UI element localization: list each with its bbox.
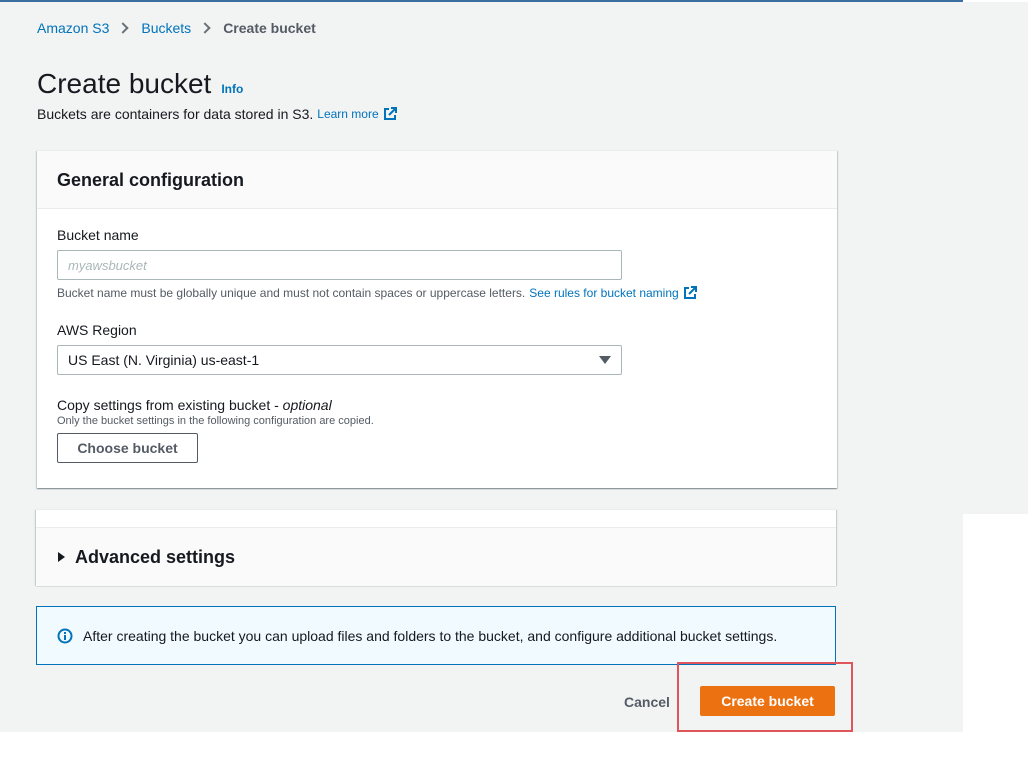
learn-more-label: Learn more: [317, 107, 379, 121]
info-alert: After creating the bucket you can upload…: [36, 606, 836, 665]
breadcrumb-amazon-s3[interactable]: Amazon S3: [37, 20, 109, 36]
page-background-strip: [963, 2, 1028, 514]
chevron-right-icon: [117, 22, 130, 34]
page-description-text: Buckets are containers for data stored i…: [37, 106, 314, 122]
bucket-name-input[interactable]: myawsbucket: [57, 250, 622, 280]
breadcrumb-buckets[interactable]: Buckets: [141, 20, 191, 36]
caret-down-icon: [599, 356, 611, 364]
bucket-name-hint-text: Bucket name must be globally unique and …: [57, 286, 526, 300]
bucket-naming-rules-label: See rules for bucket naming: [529, 286, 679, 300]
bucket-name-hint: Bucket name must be globally unique and …: [57, 286, 817, 300]
caret-right-icon: [58, 552, 65, 562]
info-circle-icon: [57, 628, 73, 643]
general-configuration-panel: General configuration Bucket name myawsb…: [37, 150, 837, 488]
aws-region-label: AWS Region: [57, 322, 137, 338]
external-link-icon: [383, 107, 397, 120]
copy-settings-label-text: Copy settings from existing bucket -: [57, 397, 283, 413]
bucket-name-label: Bucket name: [57, 227, 139, 243]
page-title-text: Create bucket: [37, 68, 212, 99]
external-link-icon: [683, 286, 697, 299]
bucket-naming-rules-link[interactable]: See rules for bucket naming: [529, 286, 697, 300]
optional-tag: optional: [282, 397, 332, 413]
create-bucket-button[interactable]: Create bucket: [700, 686, 835, 716]
info-alert-text: After creating the bucket you can upload…: [83, 627, 778, 644]
choose-bucket-button[interactable]: Choose bucket: [57, 433, 198, 463]
breadcrumb-current: Create bucket: [223, 20, 316, 36]
copy-settings-hint: Only the bucket settings in the followin…: [57, 415, 374, 427]
page-title: Create bucket Info: [37, 68, 243, 100]
learn-more-link[interactable]: Learn more: [317, 107, 397, 121]
advanced-settings-toggle[interactable]: Advanced settings: [36, 527, 836, 586]
aws-region-value: US East (N. Virginia) us-east-1: [68, 352, 260, 368]
breadcrumb: Amazon S3 Buckets Create bucket: [37, 20, 316, 36]
advanced-settings-label: Advanced settings: [75, 546, 236, 567]
advanced-settings-panel: Advanced settings: [36, 509, 836, 586]
cancel-button[interactable]: Cancel: [616, 688, 678, 716]
info-link[interactable]: Info: [221, 82, 243, 96]
chevron-right-icon: [199, 22, 211, 34]
page-description: Buckets are containers for data stored i…: [37, 106, 397, 122]
panel-heading: General configuration: [37, 151, 837, 209]
copy-settings-label: Copy settings from existing bucket - opt…: [57, 397, 817, 413]
aws-region-select[interactable]: US East (N. Virginia) us-east-1: [57, 345, 622, 375]
